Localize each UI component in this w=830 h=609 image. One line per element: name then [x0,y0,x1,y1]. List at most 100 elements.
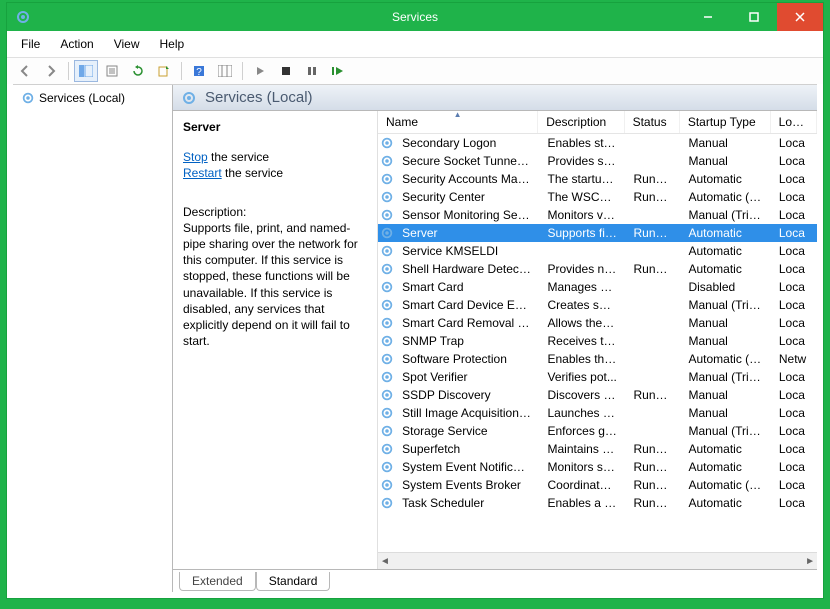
refresh-button[interactable] [126,60,150,82]
pause-service-button[interactable] [300,60,324,82]
window-controls [685,3,823,31]
service-row[interactable]: Software ProtectionEnables the ...Automa… [378,350,817,368]
help-button[interactable]: ? [187,60,211,82]
cell-startup: Automatic (T... [680,478,770,492]
cell-description: Allows the s... [540,316,626,330]
list-rows[interactable]: Secondary LogonEnables star...ManualLoca… [378,134,817,552]
cell-logon: Loca [771,442,817,456]
service-row[interactable]: Security Accounts ManagerThe startup ...… [378,170,817,188]
restart-service-button[interactable] [326,60,350,82]
cell-name: Sensor Monitoring Service [394,208,539,222]
service-row[interactable]: Security CenterThe WSCSV...RunningAutoma… [378,188,817,206]
service-row[interactable]: Smart Card Device Enumera...Creates soft… [378,296,817,314]
service-row[interactable]: Task SchedulerEnables a us...RunningAuto… [378,494,817,512]
cell-logon: Loca [771,262,817,276]
cell-name: SSDP Discovery [394,388,539,402]
cell-status: Running [625,262,680,276]
cell-startup: Automatic [680,226,770,240]
cell-startup: Manual (Trig... [680,424,770,438]
col-description[interactable]: Description [538,111,624,133]
col-startup[interactable]: Startup Type [680,111,771,133]
service-row[interactable]: Still Image Acquisition EventsLaunches a… [378,404,817,422]
tab-standard[interactable]: Standard [256,572,331,591]
cell-startup: Manual [680,334,770,348]
cell-description: Provides no... [540,262,626,276]
menu-view[interactable]: View [106,35,148,53]
service-row[interactable]: Spot VerifierVerifies pot...Manual (Trig… [378,368,817,386]
service-row[interactable]: ServerSupports fil...RunningAutomaticLoc… [378,224,817,242]
selected-service-name: Server [183,119,367,135]
gear-icon [380,262,394,276]
start-service-button[interactable] [248,60,272,82]
cell-description: Enforces gr... [540,424,626,438]
service-row[interactable]: Service KMSELDIAutomaticLoca [378,242,817,260]
menu-file[interactable]: File [13,35,48,53]
menubar: File Action View Help [7,31,823,58]
cell-startup: Automatic [680,442,770,456]
cell-logon: Loca [771,298,817,312]
cell-description: Launches a... [540,406,626,420]
cell-name: Storage Service [394,424,539,438]
minimize-button[interactable] [685,3,731,31]
properties-button[interactable] [100,60,124,82]
cell-logon: Loca [771,478,817,492]
maximize-button[interactable] [731,3,777,31]
col-status[interactable]: Status [625,111,680,133]
services-icon [15,9,31,25]
tab-extended[interactable]: Extended [179,572,256,591]
cell-name: Server [394,226,539,240]
service-row[interactable]: Sensor Monitoring ServiceMonitors va...M… [378,206,817,224]
forward-button[interactable] [39,60,63,82]
close-button[interactable] [777,3,823,31]
scroll-right-icon[interactable]: ► [805,556,815,567]
service-row[interactable]: Shell Hardware DetectionProvides no...Ru… [378,260,817,278]
service-row[interactable]: Storage ServiceEnforces gr... Manual (Tri… [378,422,817,440]
service-row[interactable]: Secure Socket Tunneling Pr...Provides su… [378,152,817,170]
menu-action[interactable]: Action [52,35,101,53]
cell-name: Software Protection [394,352,539,366]
cell-logon: Loca [771,334,817,348]
cell-name: Smart Card Device Enumera... [394,298,539,312]
col-name[interactable]: Name▲ [378,111,538,133]
service-row[interactable]: Smart Card Removal PolicyAllows the s...… [378,314,817,332]
cell-description: Supports fil... [540,226,626,240]
service-row[interactable]: SSDP DiscoveryDiscovers n...RunningManua… [378,386,817,404]
cell-description: The WSCSV... [540,190,626,204]
back-button[interactable] [13,60,37,82]
cell-description: Coordinates... [540,478,626,492]
stop-service-button[interactable] [274,60,298,82]
col-logon[interactable]: Log On As [771,111,817,133]
cell-startup: Manual [680,406,770,420]
cell-name: SNMP Trap [394,334,539,348]
titlebar[interactable]: Services [7,3,823,31]
tree-pane[interactable]: Services (Local) [13,85,173,592]
tree-root-item[interactable]: Services (Local) [17,89,168,107]
service-row[interactable]: SuperfetchMaintains a...RunningAutomatic… [378,440,817,458]
cell-startup: Manual [680,136,770,150]
cell-startup: Manual [680,154,770,168]
menu-help[interactable]: Help [152,35,193,53]
list-header[interactable]: Name▲ Description Status Startup Type Lo… [378,111,817,134]
cell-description: Verifies pot... [540,370,626,384]
services-window: Services File Action View Help ? [6,2,824,599]
stop-link[interactable]: Stop [183,150,208,164]
service-row[interactable]: System Events BrokerCoordinates...Runnin… [378,476,817,494]
restart-link[interactable]: Restart [183,166,222,180]
service-row[interactable]: Smart CardManages ac...DisabledLoca [378,278,817,296]
export-button[interactable] [152,60,176,82]
service-row[interactable]: Secondary LogonEnables star...ManualLoca [378,134,817,152]
cell-status: Running [625,460,680,474]
show-hide-tree-button[interactable] [74,60,98,82]
cell-logon: Netw [771,352,817,366]
cell-description: Enables a us... [540,496,626,510]
service-row[interactable]: SNMP TrapReceives tra...ManualLoca [378,332,817,350]
cell-name: Secure Socket Tunneling Pr... [394,154,539,168]
scroll-left-icon[interactable]: ◄ [380,556,390,567]
list-pane: Name▲ Description Status Startup Type Lo… [378,111,817,569]
column-button[interactable] [213,60,237,82]
cell-name: Shell Hardware Detection [394,262,539,276]
client-area: Services (Local) Services (Local) Server… [13,84,817,592]
service-row[interactable]: System Event Notification S...Monitors s… [378,458,817,476]
h-scrollbar[interactable]: ◄ ► [378,552,817,569]
cell-logon: Loca [771,424,817,438]
